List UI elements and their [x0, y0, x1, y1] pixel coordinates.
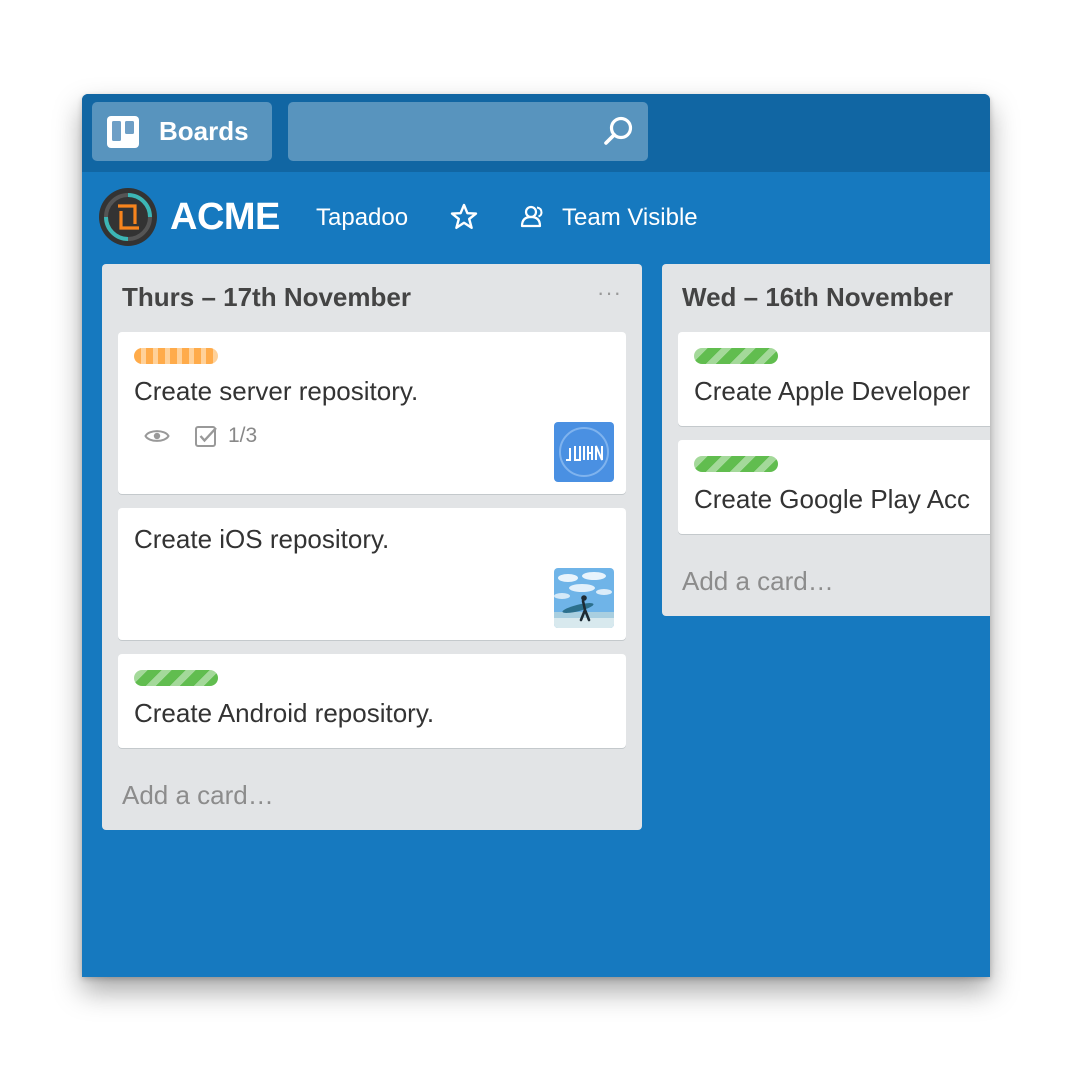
member-avatar[interactable]	[554, 568, 614, 628]
card-title: Create Apple Developer	[694, 376, 971, 406]
boards-label: Boards	[159, 116, 249, 146]
card-label-green	[694, 348, 778, 364]
checklist-icon	[195, 426, 217, 447]
card-title: Create Android repository.	[134, 698, 435, 728]
trello-window: Boards ACME Tapadoo Team Visible Thurs –…	[82, 94, 990, 977]
top-header-bar: Boards	[82, 94, 990, 172]
star-icon[interactable]	[450, 203, 478, 231]
card-server-repository[interactable]: Create server repository. 1/3	[118, 332, 626, 494]
add-card-button[interactable]: Add a card…	[682, 566, 834, 597]
team-visible-button[interactable]: Team Visible	[562, 204, 698, 232]
card-label-green	[694, 456, 778, 472]
card-label-green	[134, 670, 218, 686]
card-title: Create iOS repository.	[134, 524, 390, 554]
card-android-repository[interactable]: Create Android repository.	[118, 654, 626, 748]
john-avatar-icon	[559, 427, 609, 477]
boards-button[interactable]: Boards	[92, 102, 272, 161]
card-title: Create server repository.	[134, 376, 419, 406]
list-menu-button[interactable]: ···	[597, 280, 622, 306]
search-icon[interactable]	[602, 114, 636, 148]
card-title: Create Google Play Acc	[694, 484, 971, 514]
card-badges: 1/3	[144, 424, 257, 448]
card-google-play[interactable]: Create Google Play Acc	[678, 440, 990, 534]
add-card-button[interactable]: Add a card…	[122, 780, 274, 811]
card-apple-developer[interactable]: Create Apple Developer	[678, 332, 990, 426]
surfer-photo-icon	[554, 568, 614, 628]
eye-icon	[144, 430, 170, 442]
list-thurs-17-november: Thurs – 17th November ··· Create server …	[102, 264, 642, 830]
search-input[interactable]	[288, 102, 604, 163]
boards-icon	[107, 115, 139, 148]
list-title[interactable]: Thurs – 17th November	[122, 282, 411, 313]
team-link[interactable]: Tapadoo	[316, 204, 408, 232]
search-box[interactable]	[288, 102, 648, 163]
member-avatar[interactable]	[554, 422, 614, 482]
list-title[interactable]: Wed – 16th November	[682, 282, 953, 313]
card-label-orange	[134, 348, 218, 364]
team-visibility-icon	[520, 205, 543, 228]
card-ios-repository[interactable]: Create iOS repository.	[118, 508, 626, 640]
acme-logo	[99, 188, 157, 246]
board-title[interactable]: ACME	[170, 196, 280, 239]
board-header: ACME Tapadoo Team Visible	[82, 172, 990, 264]
list-wed-16-november: Wed – 16th November Create Apple Develop…	[662, 264, 990, 616]
checklist-count: 1/3	[228, 424, 258, 447]
